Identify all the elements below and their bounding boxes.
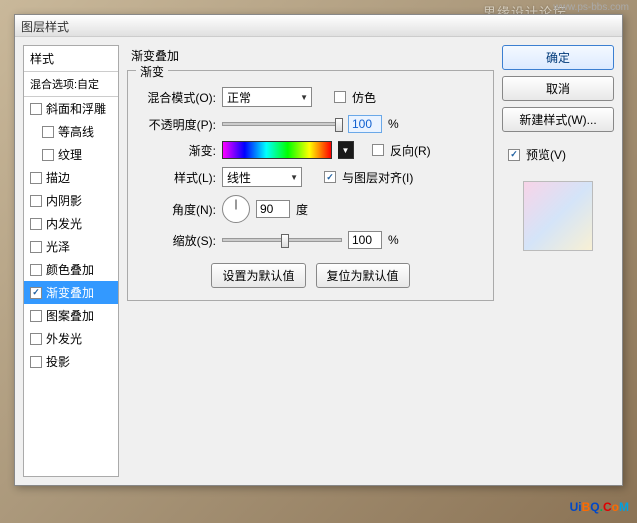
preview-label: 预览(V): [526, 146, 566, 163]
checkbox-outer-glow[interactable]: [30, 333, 42, 345]
preview-thumbnail: [523, 181, 593, 251]
dither-label: 仿色: [352, 89, 376, 106]
checkbox-drop-shadow[interactable]: [30, 356, 42, 368]
blending-options[interactable]: 混合选项:自定: [24, 72, 118, 97]
new-style-button[interactable]: 新建样式(W)...: [502, 107, 614, 132]
panel-title: 渐变叠加: [127, 45, 494, 66]
style-drop-shadow[interactable]: 投影: [24, 350, 118, 373]
blend-mode-select[interactable]: 正常: [222, 87, 312, 107]
opacity-slider[interactable]: [222, 122, 342, 126]
brand-watermark: UiBQ.CoM: [570, 491, 629, 517]
scale-slider[interactable]: [222, 238, 342, 242]
blend-mode-label: 混合模式(O):: [138, 89, 216, 106]
checkbox-satin[interactable]: [30, 241, 42, 253]
style-pattern-overlay[interactable]: 图案叠加: [24, 304, 118, 327]
style-color-overlay[interactable]: 颜色叠加: [24, 258, 118, 281]
watermark-url: www.ps-bbs.com: [553, 2, 629, 13]
style-inner-glow[interactable]: 内发光: [24, 212, 118, 235]
checkbox-stroke[interactable]: [30, 172, 42, 184]
preview-checkbox[interactable]: [508, 149, 520, 161]
percent-label-2: %: [388, 233, 399, 247]
style-bevel-emboss[interactable]: 斜面和浮雕: [24, 97, 118, 120]
styles-header[interactable]: 样式: [24, 46, 118, 72]
scale-thumb[interactable]: [281, 234, 289, 248]
style-select[interactable]: 线性: [222, 167, 302, 187]
opacity-label: 不透明度(P):: [138, 116, 216, 133]
checkbox-gradient-overlay[interactable]: [30, 287, 42, 299]
gradient-dropdown[interactable]: ▼: [338, 141, 354, 159]
effects-list: 斜面和浮雕 等高线 纹理 描边 内阴影 内发光 光泽 颜色叠加 渐变叠加 图案叠…: [24, 97, 118, 373]
reverse-checkbox[interactable]: [372, 144, 384, 156]
angle-dial[interactable]: [222, 195, 250, 223]
dialog-body: 样式 混合选项:自定 斜面和浮雕 等高线 纹理 描边 内阴影 内发光 光泽 颜色…: [15, 37, 622, 485]
options-panel: 渐变叠加 渐变 混合模式(O): 正常 仿色 不透明度(P): %: [127, 45, 494, 477]
style-stroke[interactable]: 描边: [24, 166, 118, 189]
align-label: 与图层对齐(I): [342, 169, 413, 186]
style-texture[interactable]: 纹理: [24, 143, 118, 166]
checkbox-contour[interactable]: [42, 126, 54, 138]
opacity-input[interactable]: [348, 115, 382, 133]
checkbox-inner-shadow[interactable]: [30, 195, 42, 207]
layer-style-dialog: 图层样式 样式 混合选项:自定 斜面和浮雕 等高线 纹理 描边 内阴影 内发光 …: [14, 14, 623, 486]
checkbox-color-overlay[interactable]: [30, 264, 42, 276]
checkbox-bevel[interactable]: [30, 103, 42, 115]
checkbox-texture[interactable]: [42, 149, 54, 161]
dialog-titlebar[interactable]: 图层样式: [15, 15, 622, 37]
angle-label: 角度(N):: [138, 201, 216, 218]
fieldset-legend: 渐变: [136, 63, 168, 80]
reverse-label: 反向(R): [390, 142, 431, 159]
styles-panel: 样式 混合选项:自定 斜面和浮雕 等高线 纹理 描边 内阴影 内发光 光泽 颜色…: [23, 45, 119, 477]
opacity-thumb[interactable]: [335, 118, 343, 132]
gradient-fieldset: 渐变 混合模式(O): 正常 仿色 不透明度(P): % 渐变: ▼: [127, 70, 494, 301]
style-inner-shadow[interactable]: 内阴影: [24, 189, 118, 212]
gradient-preview[interactable]: [222, 141, 332, 159]
align-checkbox[interactable]: [324, 171, 336, 183]
angle-input[interactable]: [256, 200, 290, 218]
reset-default-button[interactable]: 复位为默认值: [316, 263, 410, 288]
ok-button[interactable]: 确定: [502, 45, 614, 70]
percent-label: %: [388, 117, 399, 131]
dither-checkbox[interactable]: [334, 91, 346, 103]
gradient-label: 渐变:: [138, 142, 216, 159]
style-outer-glow[interactable]: 外发光: [24, 327, 118, 350]
scale-input[interactable]: [348, 231, 382, 249]
style-satin[interactable]: 光泽: [24, 235, 118, 258]
style-gradient-overlay[interactable]: 渐变叠加: [24, 281, 118, 304]
scale-label: 缩放(S):: [138, 232, 216, 249]
cancel-button[interactable]: 取消: [502, 76, 614, 101]
style-label: 样式(L):: [138, 169, 216, 186]
dialog-buttons: 确定 取消 新建样式(W)... 预览(V): [502, 45, 614, 477]
make-default-button[interactable]: 设置为默认值: [211, 263, 305, 288]
checkbox-inner-glow[interactable]: [30, 218, 42, 230]
checkbox-pattern-overlay[interactable]: [30, 310, 42, 322]
angle-unit: 度: [296, 201, 308, 218]
style-contour[interactable]: 等高线: [24, 120, 118, 143]
